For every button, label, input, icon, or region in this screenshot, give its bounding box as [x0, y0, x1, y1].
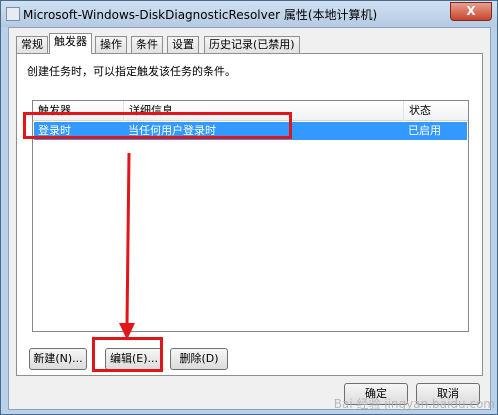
- tab-history[interactable]: 历史记录(已禁用): [204, 36, 300, 53]
- row-status-cell: 已启用: [408, 124, 441, 137]
- column-header-trigger[interactable]: 触发器: [33, 101, 124, 121]
- window-title: Microsoft-Windows-DiskDiagnosticResolver…: [23, 8, 378, 22]
- page-description: 创建任务时，可以指定触发该任务的条件。: [27, 65, 236, 78]
- new-button[interactable]: 新建(N)...: [29, 348, 87, 370]
- tab-general[interactable]: 常规: [16, 36, 48, 53]
- tab-triggers[interactable]: 触发器: [49, 33, 92, 54]
- table-row[interactable]: 登录时 当任何用户登录时 已启用: [34, 122, 467, 140]
- triggers-list[interactable]: 触发器 详细信息 状态 登录时 当任何用户登录时 已启用: [32, 100, 469, 332]
- column-header-details[interactable]: 详细信息: [124, 101, 404, 121]
- task-icon: [6, 7, 20, 21]
- dialog-body: 常规 触发器 操作 条件 设置 历史记录(已禁用) 创建任务时，可以指定触发该任…: [8, 27, 491, 410]
- title-bar[interactable]: Microsoft-Windows-DiskDiagnosticResolver…: [1, 1, 497, 27]
- row-trigger-cell: 登录时: [38, 124, 71, 137]
- close-button[interactable]: X: [450, 2, 492, 21]
- tab-actions[interactable]: 操作: [95, 36, 127, 53]
- column-header-status[interactable]: 状态: [404, 101, 468, 121]
- triggers-page: 创建任务时，可以指定触发该任务的条件。 触发器 详细信息 状态 登录时 当任何用…: [16, 53, 483, 376]
- delete-button[interactable]: 删除(D): [170, 348, 228, 370]
- tab-settings[interactable]: 设置: [167, 36, 199, 53]
- properties-dialog: Microsoft-Windows-DiskDiagnosticResolver…: [0, 0, 498, 415]
- tab-conditions[interactable]: 条件: [131, 36, 163, 53]
- row-details-cell: 当任何用户登录时: [128, 124, 216, 137]
- watermark-text: Bai 经验 jingyan.baidu.com: [333, 397, 495, 411]
- list-header: 触发器 详细信息 状态: [33, 101, 468, 121]
- edit-button[interactable]: 编辑(E)...: [105, 348, 163, 370]
